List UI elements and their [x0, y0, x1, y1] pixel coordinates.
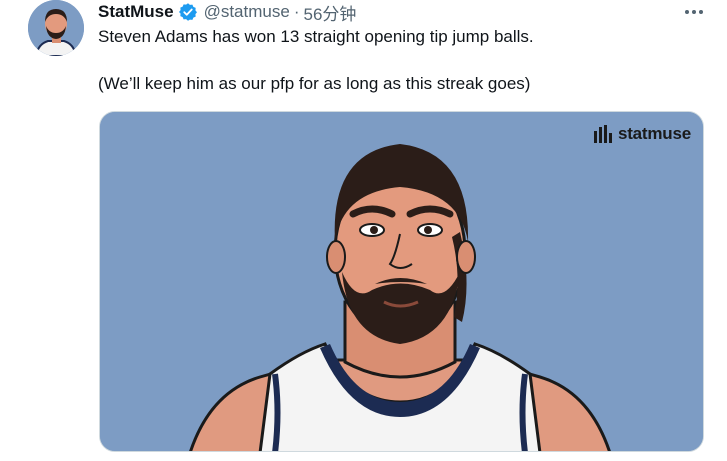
verified-badge-icon — [178, 2, 198, 22]
tweet[interactable]: StatMuse @statmuse · 56分钟 Steven Adams h… — [0, 0, 727, 461]
tweet-header: StatMuse @statmuse · 56分钟 — [98, 0, 356, 25]
tweet-text-line-1: Steven Adams has won 13 straight opening… — [98, 27, 534, 46]
tweet-text-line-2: (We’ll keep him as our pfp for as long a… — [98, 74, 531, 93]
tweet-media-image[interactable]: statmuse — [99, 111, 704, 452]
more-options-icon[interactable] — [680, 2, 708, 22]
statmuse-brand: statmuse — [593, 124, 691, 144]
handle[interactable]: @statmuse — [204, 2, 290, 22]
display-name[interactable]: StatMuse — [98, 2, 174, 22]
brand-label: statmuse — [617, 124, 691, 143]
timestamp[interactable]: 56分钟 — [303, 0, 356, 25]
steven-adams-illustration — [100, 112, 703, 451]
avatar-image — [28, 0, 84, 56]
avatar[interactable] — [28, 0, 84, 56]
statmuse-logo-icon — [593, 125, 612, 143]
separator-dot: · — [293, 2, 300, 21]
